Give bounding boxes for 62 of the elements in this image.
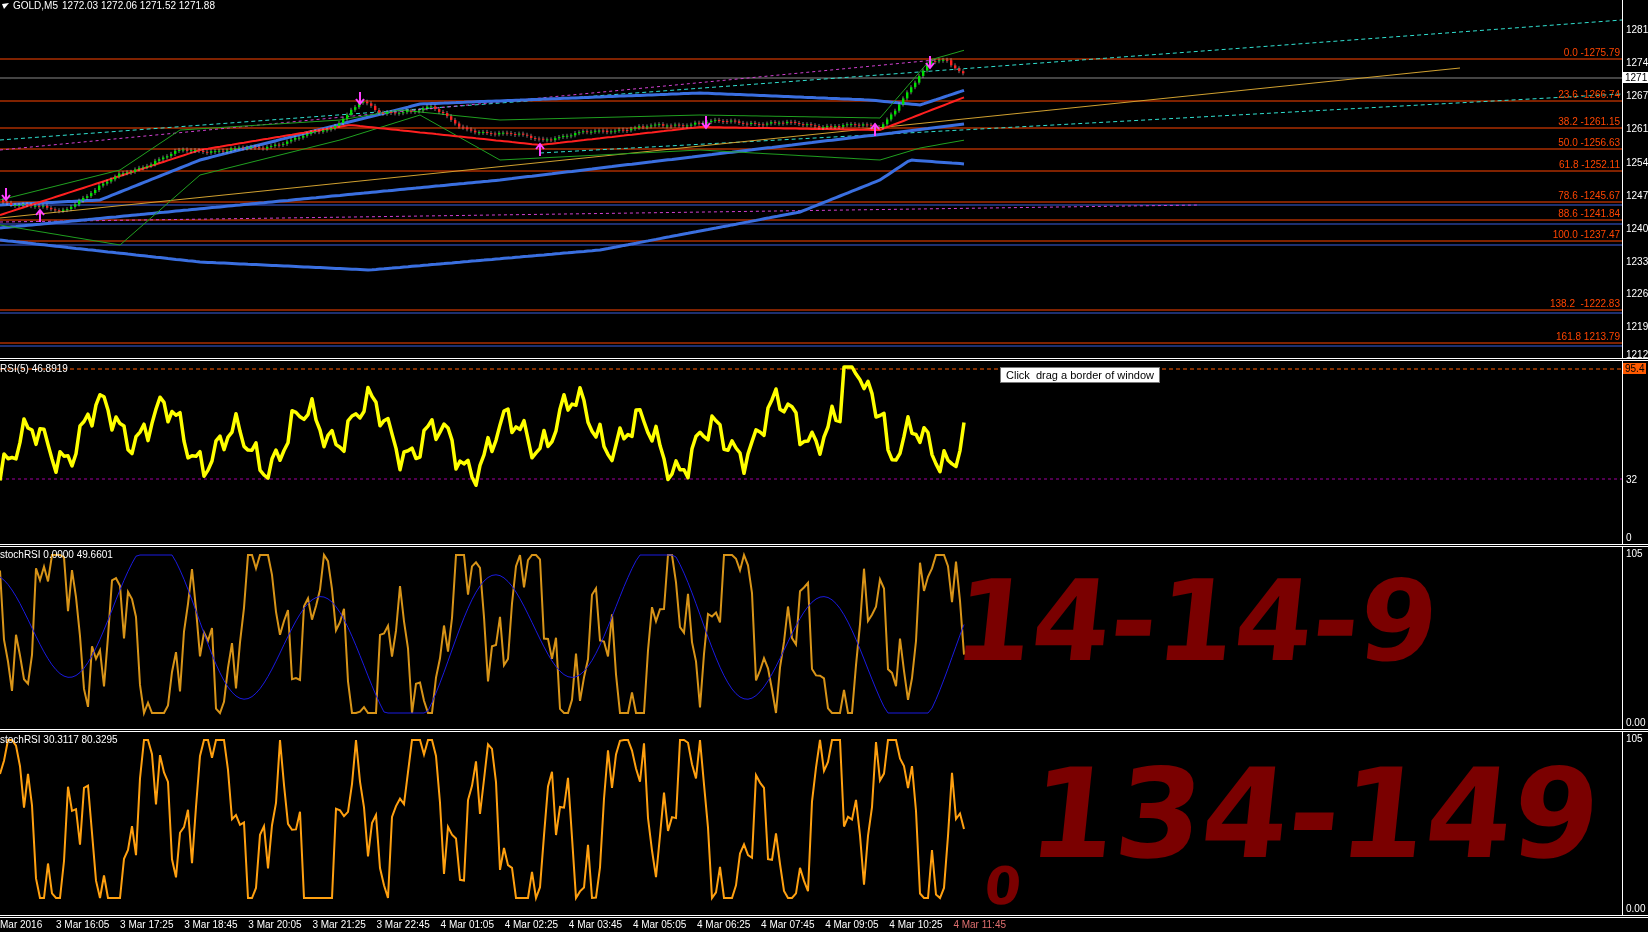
time-axis-label: 4 Mar 09:05	[825, 919, 879, 930]
indicator-label: stochRSI 0.0000 49.6601	[0, 549, 113, 560]
time-axis-label: 4 Mar 02:25	[504, 919, 559, 930]
price-axis-label: 1240	[1626, 223, 1648, 234]
price-axis-label: 1247	[1626, 190, 1648, 201]
fibonacci-level-label: 23.6 -1266.74	[1558, 89, 1620, 100]
fibonacci-level-label: 78.6 -1245.67	[1558, 190, 1620, 201]
fibonacci-level-label: 138.2 -1222.83	[1549, 298, 1620, 309]
axis-label: 32	[1626, 474, 1638, 485]
price-axis-label: 1267	[1626, 90, 1648, 101]
axis-label: 105	[1626, 733, 1643, 744]
price-axis-label: 1219	[1626, 321, 1648, 332]
price-axis-label: 1274	[1626, 57, 1648, 68]
fibonacci-level-label: 0.0 -1275.79	[1563, 47, 1620, 58]
price-axis-label: 1226	[1626, 288, 1648, 299]
current-price-label: 1271	[1623, 72, 1648, 83]
time-axis-label: 4 Mar 10:25	[889, 919, 943, 930]
time-axis-label: 3 Mar 16:05	[56, 919, 110, 930]
fibonacci-level-label: 88.6 -1241.84	[1558, 208, 1620, 219]
triangle-icon[interactable]	[2, 2, 9, 9]
fibonacci-level-label: 100.0 -1237.47	[1552, 229, 1620, 240]
time-axis-label: Mar 2016	[0, 919, 43, 930]
time-axis-label: 3 Mar 22:45	[376, 919, 430, 930]
quote-values: 1272.03 1272.06 1271.52 1271.88	[62, 0, 215, 11]
price-axis-label: 1212	[1626, 349, 1648, 360]
time-axis-label: 4 Mar 07:45	[761, 919, 815, 930]
fibonacci-level-label: 161.8 1213.79	[1556, 331, 1620, 342]
arrow-icon	[35, 208, 45, 223]
arrow-icon	[1, 187, 11, 202]
handwritten-annotation: 0	[982, 860, 1024, 912]
time-axis-label: 4 Mar 11:45	[953, 919, 1006, 930]
time-axis-label: 3 Mar 20:05	[248, 919, 302, 930]
time-axis-label: 4 Mar 05:05	[632, 919, 687, 930]
arrow-icon	[925, 55, 935, 70]
axis-label: 105	[1626, 548, 1643, 559]
current-value-label: 95.4	[1623, 363, 1647, 374]
price-axis-label: 1233	[1626, 256, 1648, 267]
fibonacci-level-label: 61.8 -1252.11	[1559, 159, 1620, 170]
arrow-icon	[701, 115, 711, 130]
handwritten-annotation: 14-14-9	[949, 565, 1444, 677]
axis-label: 0	[1626, 532, 1632, 543]
arrow-icon	[535, 142, 545, 157]
arrow-icon	[870, 122, 880, 137]
handwritten-annotation: 134-149	[1023, 752, 1606, 876]
time-axis-label: 4 Mar 03:45	[568, 919, 623, 930]
indicator-label: stochRSI 30.3117 80.3295	[0, 734, 118, 745]
time-axis-label: 3 Mar 18:45	[184, 919, 238, 930]
indicator-label: RSI(5) 46.8919	[0, 363, 68, 374]
axis-label: 0.00	[1626, 717, 1646, 728]
tooltip: Click drag a border of window	[1000, 367, 1160, 383]
time-axis-label: 3 Mar 21:25	[312, 919, 366, 930]
fibonacci-level-label: 38.2 -1261.15	[1558, 116, 1620, 127]
price-axis-label: 1254	[1626, 157, 1648, 168]
time-axis-label: 4 Mar 06:25	[697, 919, 751, 930]
fibonacci-level-label: 50.0 -1256.63	[1558, 137, 1620, 148]
price-axis-label: 1281	[1626, 24, 1648, 35]
symbol-label: GOLD,M5	[13, 0, 58, 11]
arrow-icon	[355, 91, 365, 106]
time-axis-label: 3 Mar 17:25	[120, 919, 174, 930]
price-axis-label: 1261	[1626, 123, 1648, 134]
time-axis-label: 4 Mar 01:05	[440, 919, 494, 930]
axis-label: 0.00	[1626, 903, 1646, 914]
